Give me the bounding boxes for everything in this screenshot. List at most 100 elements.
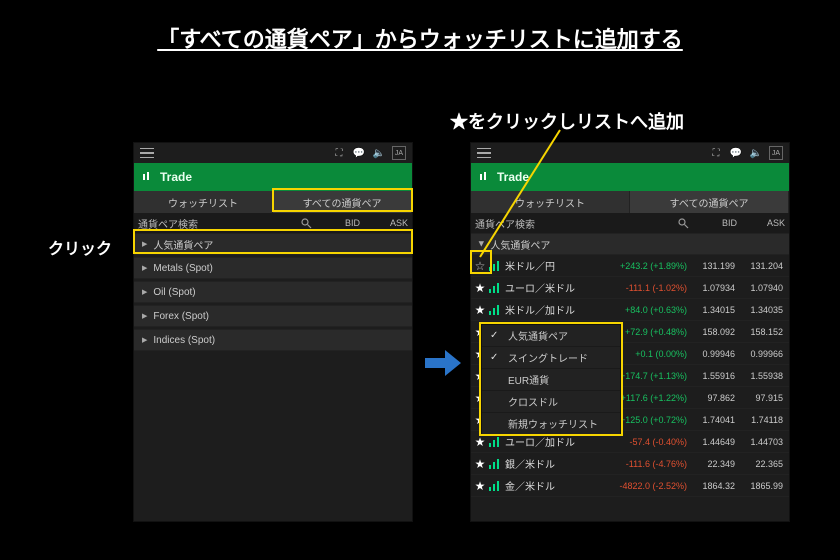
pair-name: 銀／米ドル [503, 456, 601, 471]
ask-value: 1865.99 [735, 481, 783, 491]
popup-item[interactable]: 新規ウォッチリスト [482, 413, 620, 435]
arrow-right-icon [425, 350, 461, 376]
page-title: 「すべての通貨ペア」からウォッチリストに追加する [157, 22, 683, 54]
chevron-right-icon: ▶ [142, 312, 147, 320]
favorite-star-icon[interactable]: ★ [471, 479, 489, 493]
search-input[interactable]: 通貨ペア検索 [138, 216, 296, 231]
trade-bar: Trade [134, 163, 412, 191]
category-label: 人気通貨ペア [490, 237, 550, 252]
ask-value: 1.07940 [735, 283, 783, 293]
change-value: -111.6 (-4.76%) [601, 459, 687, 469]
signal-icon [489, 305, 503, 315]
signal-icon [489, 437, 503, 447]
bid-value: 1.55916 [687, 371, 735, 381]
favorite-star-icon[interactable]: ★ [471, 435, 489, 449]
signal-icon [489, 481, 503, 491]
favorite-star-icon[interactable]: ☆ [471, 259, 489, 273]
chevron-down-icon: ▶ [478, 241, 486, 246]
instruction-text: ★をクリックしリストへ追加 [450, 108, 684, 134]
ask-value: 1.44703 [735, 437, 783, 447]
bid-value: 1.07934 [687, 283, 735, 293]
change-value: -111.1 (-1.02%) [601, 283, 687, 293]
tab-allpairs[interactable]: すべての通貨ペア [630, 191, 789, 213]
chat-icon[interactable]: 💬 [352, 146, 366, 160]
popup-label: 新規ウォッチリスト [508, 416, 598, 431]
check-icon: ✓ [490, 352, 500, 363]
price-row[interactable]: ★ 米ドル／加ドル +84.0 (+0.63%) 1.34015 1.34035 [471, 299, 789, 321]
scan-icon[interactable]: ⛶ [709, 146, 723, 160]
trade-label: Trade [497, 170, 529, 184]
search-row: 通貨ペア検索 BID ASK [134, 213, 412, 233]
trade-label: Trade [160, 170, 192, 184]
search-icon[interactable] [677, 217, 689, 229]
ask-value: 22.365 [735, 459, 783, 469]
favorite-star-icon[interactable]: ★ [471, 303, 489, 317]
ask-value: 97.915 [735, 393, 783, 403]
price-row[interactable]: ★ 金／米ドル -4822.0 (-2.52%) 1864.32 1865.99 [471, 475, 789, 497]
favorite-star-icon[interactable]: ★ [471, 281, 489, 295]
ask-value: 0.99966 [735, 349, 783, 359]
lang-icon[interactable]: JA [769, 146, 783, 160]
chat-icon[interactable]: 💬 [729, 146, 743, 160]
menu-icon[interactable] [477, 146, 491, 160]
category-row[interactable]: ▶Metals (Spot) [134, 257, 412, 279]
popup-label: スイングトレード [508, 350, 588, 365]
search-input[interactable]: 通貨ペア検索 [475, 216, 673, 231]
tabs: ウォッチリスト すべての通貨ペア [134, 191, 412, 213]
signal-icon [489, 459, 503, 469]
sound-icon[interactable]: 🔈 [372, 146, 386, 160]
category-row[interactable]: ▶人気通貨ペア [134, 233, 412, 255]
popup-label: クロスドル [508, 394, 558, 409]
app-header: ⛶ 💬 🔈 JA [134, 143, 412, 163]
tab-watchlist[interactable]: ウォッチリスト [134, 191, 273, 213]
pair-name: 米ドル／円 [503, 258, 601, 273]
category-row[interactable]: ▶Forex (Spot) [134, 305, 412, 327]
chevron-right-icon: ▶ [142, 336, 147, 344]
bid-value: 0.99946 [687, 349, 735, 359]
bid-value: 131.199 [687, 261, 735, 271]
header-bid: BID [689, 218, 737, 228]
pair-name: 米ドル／加ドル [503, 302, 601, 317]
popup-label: 人気通貨ペア [508, 328, 568, 343]
price-row[interactable]: ★ 銀／米ドル -111.6 (-4.76%) 22.349 22.365 [471, 453, 789, 475]
candlestick-icon [479, 172, 489, 182]
pair-name: ユーロ／加ドル [503, 434, 601, 449]
sound-icon[interactable]: 🔈 [749, 146, 763, 160]
panel-right: ⛶ 💬 🔈 JA Trade ウォッチリスト すべての通貨ペア 通貨ペア検索 B… [470, 142, 790, 522]
bid-value: 158.092 [687, 327, 735, 337]
header-ask: ASK [737, 218, 785, 228]
lang-icon[interactable]: JA [392, 146, 406, 160]
tabs: ウォッチリスト すべての通貨ペア [471, 191, 789, 213]
scan-icon[interactable]: ⛶ [332, 146, 346, 160]
chevron-right-icon: ▶ [142, 264, 147, 272]
ask-value: 1.74118 [735, 415, 783, 425]
favorite-star-icon[interactable]: ★ [471, 457, 489, 471]
popup-item[interactable]: ✓ スイングトレード [482, 347, 620, 369]
chevron-right-icon: ▶ [142, 288, 147, 296]
app-header: ⛶ 💬 🔈 JA [471, 143, 789, 163]
category-row[interactable]: ▶ Indices (Spot) [134, 329, 412, 351]
search-icon[interactable] [300, 217, 312, 229]
price-row[interactable]: ☆ 米ドル／円 +243.2 (+1.89%) 131.199 131.204 [471, 255, 789, 277]
bid-value: 1.44649 [687, 437, 735, 447]
popup-item[interactable]: EUR通貨 [482, 369, 620, 391]
change-value: -4822.0 (-2.52%) [601, 481, 687, 491]
popup-item[interactable]: クロスドル [482, 391, 620, 413]
change-value: +243.2 (+1.89%) [601, 261, 687, 271]
signal-icon [489, 261, 503, 271]
category-row[interactable]: ▶ 人気通貨ペア [471, 233, 789, 255]
ask-value: 131.204 [735, 261, 783, 271]
tab-allpairs[interactable]: すべての通貨ペア [273, 191, 412, 213]
menu-icon[interactable] [140, 146, 154, 160]
category-label: Indices (Spot) [153, 335, 215, 346]
popup-item[interactable]: ✓ 人気通貨ペア [482, 325, 620, 347]
price-row[interactable]: ★ ユーロ／米ドル -111.1 (-1.02%) 1.07934 1.0794… [471, 277, 789, 299]
change-value: -57.4 (-0.40%) [601, 437, 687, 447]
bid-value: 22.349 [687, 459, 735, 469]
check-icon: ✓ [490, 330, 500, 341]
popup-label: EUR通貨 [508, 372, 549, 387]
tab-watchlist[interactable]: ウォッチリスト [471, 191, 630, 213]
category-label: Oil (Spot) [153, 287, 195, 298]
category-row[interactable]: ▶ Oil (Spot) [134, 281, 412, 303]
pair-name: 金／米ドル [503, 478, 601, 493]
